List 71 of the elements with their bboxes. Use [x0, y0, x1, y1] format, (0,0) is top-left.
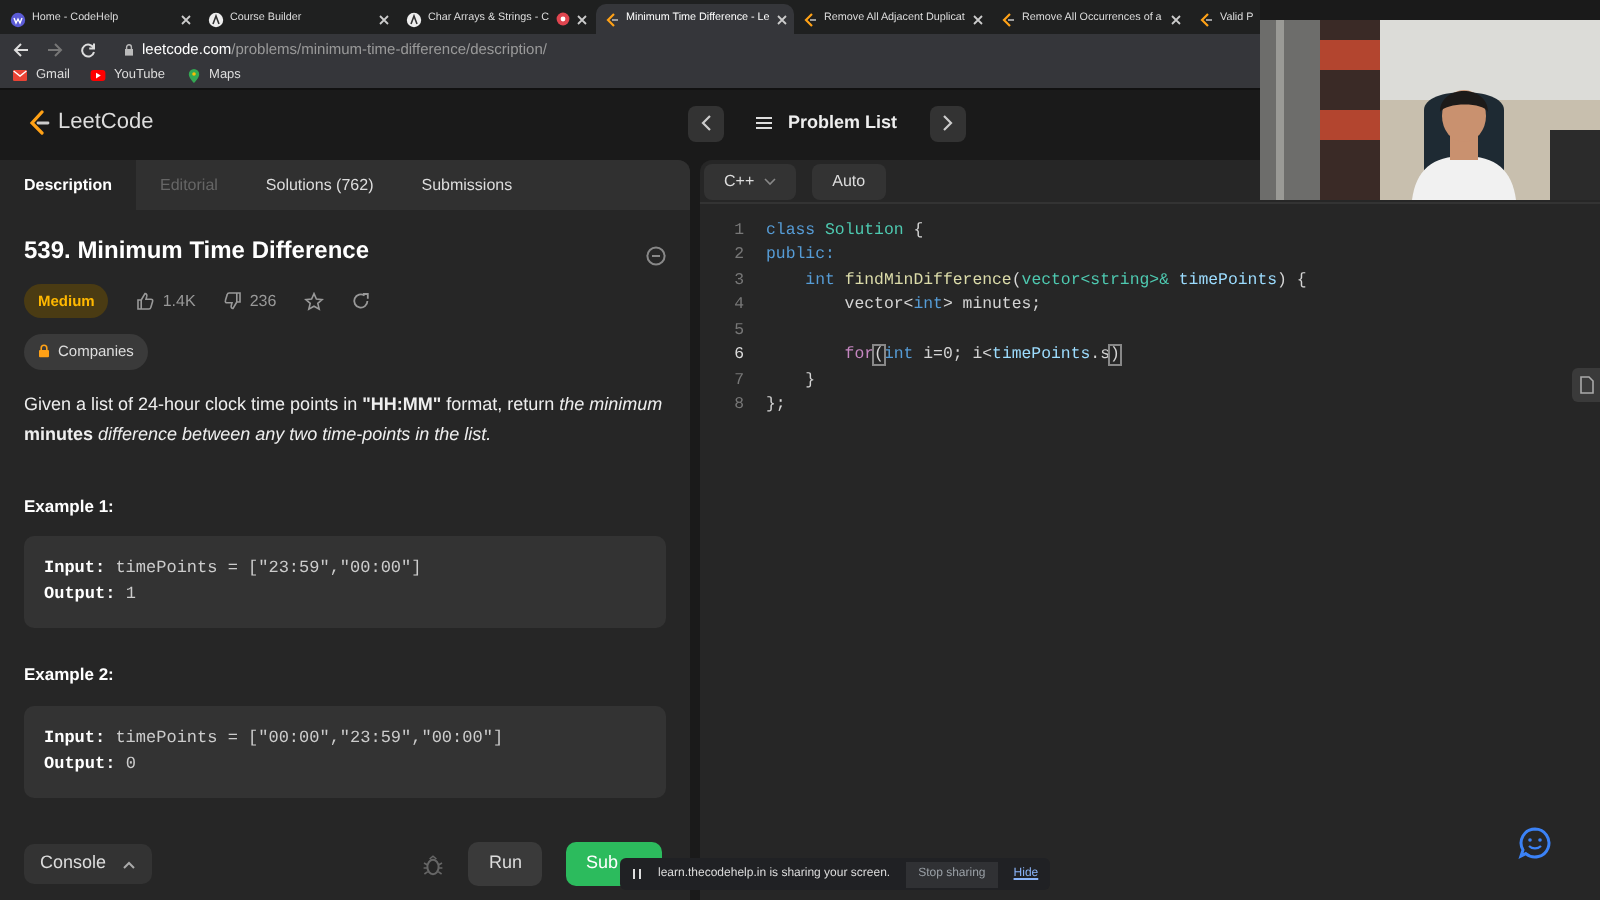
share-icon[interactable]	[352, 292, 371, 311]
previous-button[interactable]	[688, 105, 724, 141]
line-number: 2	[732, 244, 744, 269]
console-button[interactable]: Console	[24, 844, 153, 884]
file-icon	[1579, 376, 1593, 394]
description-text: Given a list of 24-hour clock time points in "HH:MM" format, return the minimum minutes difference between any two time-points in the list.	[24, 391, 665, 448]
example-block: Input: timePoints = ["23:59","00:00"] Output: 1	[24, 536, 666, 629]
chat-icon[interactable]	[1518, 826, 1552, 860]
code-line: public:	[764, 244, 835, 269]
close-icon[interactable]	[576, 13, 588, 25]
thumbs-up-icon	[136, 292, 155, 311]
close-icon[interactable]	[1170, 13, 1182, 25]
logo[interactable]: LeetCode	[28, 106, 688, 140]
line-number: 3	[732, 269, 744, 294]
circle-icon[interactable]	[646, 245, 666, 265]
line-number: 1	[732, 220, 744, 244]
chevron-down-icon	[764, 177, 777, 185]
lock-icon	[38, 344, 50, 359]
code-line: class Solution {	[764, 220, 924, 244]
chevron-up-icon	[122, 859, 137, 869]
lock-icon	[124, 43, 134, 55]
problem-tab[interactable]: Description	[0, 160, 137, 210]
code-line: };	[764, 394, 786, 419]
code-line: for(int i=0; i<timePoints.s)	[842, 344, 1120, 369]
problem-tab[interactable]: Submissions	[397, 160, 537, 210]
circle-favicon-icon	[208, 11, 224, 27]
codehelp-favicon-icon	[10, 11, 26, 27]
like-button[interactable]: 1.4K	[136, 289, 196, 314]
next-button[interactable]	[929, 105, 966, 141]
dislike-button[interactable]: 236	[223, 289, 277, 314]
reload-icon[interactable]	[80, 41, 96, 57]
code-line: int findMinDifference(vector<string>& timePoints) {	[803, 269, 1307, 294]
line-number: 6	[732, 344, 744, 369]
star-icon[interactable]	[304, 291, 325, 312]
map-pin-icon	[185, 68, 202, 84]
problem-list-link[interactable]: Problem List	[740, 109, 914, 137]
code-line: vector<int> minutes;	[842, 294, 1042, 319]
close-icon[interactable]	[972, 13, 984, 25]
close-icon[interactable]	[775, 13, 788, 25]
pause-icon	[632, 868, 642, 880]
list-icon	[756, 116, 772, 130]
run-button[interactable]: Run	[468, 842, 542, 886]
play-icon	[89, 68, 106, 84]
leetcode-favicon-icon	[1000, 11, 1016, 27]
example-heading: Example 2:	[24, 662, 116, 688]
thumbs-down-icon	[223, 292, 242, 311]
line-number: 4	[732, 294, 744, 319]
chevron-right-icon	[941, 114, 954, 132]
leetcode-favicon-icon	[802, 11, 818, 27]
line-number: 7	[732, 369, 744, 394]
leetcode-favicon-icon	[1198, 11, 1214, 27]
leetcode-favicon-icon	[604, 11, 620, 27]
line-number: 8	[732, 394, 744, 419]
back-icon[interactable]	[12, 41, 30, 57]
problem-tab[interactable]: Solutions (762)	[241, 160, 398, 210]
file-tab[interactable]	[1572, 368, 1600, 402]
close-icon[interactable]	[378, 13, 390, 25]
chevron-left-icon	[700, 114, 712, 132]
close-icon[interactable]	[180, 13, 192, 25]
mail-icon	[12, 68, 28, 84]
code-line: }	[803, 369, 816, 394]
example-block: Input: timePoints = ["00:00","23:59","00:00"] Output: 0	[24, 706, 666, 798]
circle-favicon-icon	[406, 11, 422, 27]
example-heading: Example 1:	[24, 493, 116, 519]
forward-icon[interactable]	[46, 41, 64, 57]
auto-button[interactable]: Auto	[812, 163, 886, 199]
line-number: 5	[732, 319, 744, 344]
language-dropdown[interactable]: C++	[704, 163, 797, 199]
bug-icon[interactable]	[422, 853, 445, 875]
problem-title: 539. Minimum Time Difference	[24, 234, 369, 268]
leetcode-logo-icon	[28, 110, 50, 136]
